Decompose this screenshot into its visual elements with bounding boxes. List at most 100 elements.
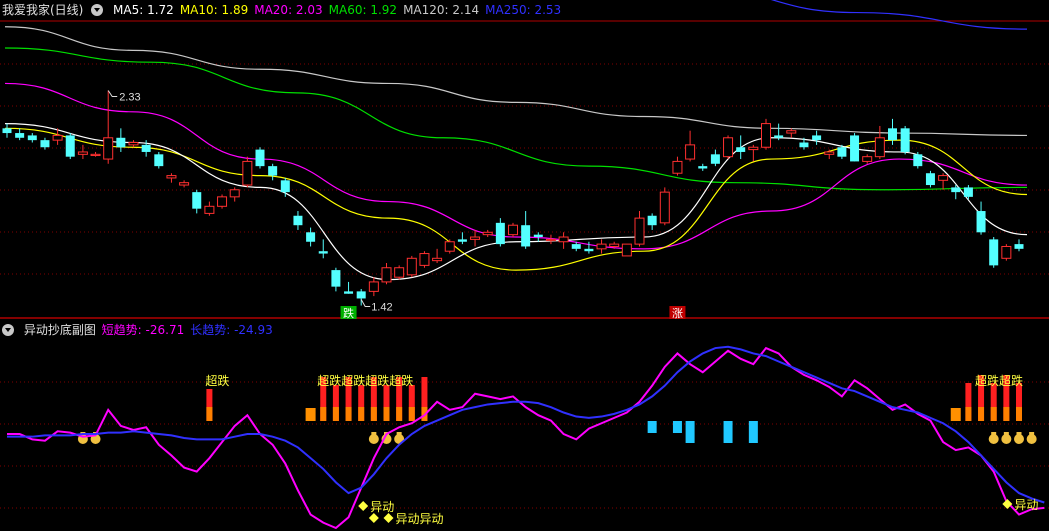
- ma-line-ma250: [770, 0, 1028, 30]
- candle-body-up: [90, 153, 101, 157]
- money-bag-icon: [371, 432, 377, 435]
- candle-body-up: [394, 267, 405, 278]
- candle-body-up: [862, 156, 873, 162]
- money-bag-icon: [1014, 434, 1024, 444]
- candle-body-down: [318, 251, 328, 254]
- candle-body-up: [242, 160, 253, 186]
- oversold-block: [950, 408, 961, 421]
- oversold-bar-base: [383, 407, 390, 421]
- candle-body-down: [268, 166, 278, 176]
- candle-body-up: [938, 175, 949, 181]
- oversold-bar-base: [1016, 407, 1022, 421]
- oversold-bar-base: [320, 407, 327, 421]
- anomaly-diamond-icon: [358, 501, 369, 511]
- candle-body-down: [799, 142, 809, 148]
- candle-body-down: [65, 135, 75, 157]
- candle-body-up: [419, 253, 430, 266]
- candle-body-down: [280, 180, 290, 193]
- candle-body-up: [204, 205, 215, 214]
- oversold-label: 超跌: [205, 373, 229, 388]
- high-marker-leader: [107, 90, 118, 98]
- money-bag-icon: [1029, 432, 1035, 435]
- anomaly-diamond-icon: [1002, 499, 1013, 509]
- candle-body-up: [381, 267, 392, 283]
- ma-line-ma5: [4, 123, 1028, 281]
- candle-body-down: [963, 187, 973, 197]
- candle-body-up: [609, 243, 620, 247]
- candle-body-up: [545, 238, 556, 242]
- candle-body-up: [786, 130, 797, 134]
- candle-body-down: [888, 128, 897, 141]
- candle-body-down: [40, 140, 50, 148]
- candle-body-up: [508, 224, 518, 236]
- candle-body-down: [698, 166, 708, 169]
- candle-body-up: [621, 243, 632, 257]
- oversold-bar-base: [370, 407, 377, 421]
- candle-body-down: [584, 248, 594, 252]
- candle-body-down: [925, 173, 935, 186]
- candle-body-down: [951, 187, 961, 193]
- candle-body-up: [723, 137, 734, 158]
- candle-body-down: [533, 234, 543, 238]
- candle-body-down: [913, 154, 923, 167]
- candle-body-down: [192, 192, 202, 209]
- candle-body-up: [432, 257, 443, 262]
- rebound-bar: [672, 421, 682, 433]
- grid-lines: [0, 20, 1049, 319]
- candle-body-down: [774, 135, 784, 138]
- oversold-bar-base: [396, 407, 403, 421]
- candle-body-down: [293, 215, 303, 226]
- oversold-bar-base: [358, 407, 365, 421]
- candle-body-down: [521, 225, 531, 247]
- candle-body-up: [166, 175, 177, 179]
- anomaly-label: 异动: [370, 500, 394, 514]
- candle-body-down: [647, 215, 657, 226]
- oversold-bar-base: [990, 407, 997, 421]
- candle-body-up: [52, 134, 63, 141]
- money-bag-icon: [1001, 434, 1012, 444]
- candle-body-down: [850, 135, 860, 162]
- high-marker-label: 2.33: [119, 92, 140, 104]
- rebound-bar: [748, 421, 758, 443]
- candlesticks: [2, 90, 1024, 306]
- rebound-bar: [685, 421, 695, 443]
- candle-body-down: [15, 133, 25, 138]
- candle-body-up: [482, 231, 493, 236]
- low-marker-label: 1.42: [371, 302, 392, 314]
- candle-body-up: [179, 182, 190, 186]
- candle-body-up: [596, 243, 607, 250]
- money-bag-icon: [1016, 432, 1022, 435]
- trend-line-short: [7, 346, 1045, 530]
- candle-body-up: [444, 241, 455, 252]
- candle-body-up: [103, 137, 114, 160]
- candle-body-up: [1001, 245, 1012, 259]
- candle-body-down: [1014, 244, 1024, 249]
- signal-labels: 超跌 超跌超跌超跌超跌 超跌超跌异动异动异动异动: [205, 373, 1038, 526]
- candle-body-up: [685, 144, 696, 160]
- oversold-bar-base: [345, 407, 352, 421]
- candle-body-up: [128, 142, 139, 146]
- candle-body-up: [672, 160, 683, 174]
- candle-body-up: [659, 191, 670, 224]
- candle-body-down: [571, 244, 581, 249]
- oversold-bar-base: [1003, 407, 1010, 421]
- candle-body-up: [748, 146, 759, 151]
- candle-body-up: [761, 123, 771, 148]
- down-tag-label: 跌: [343, 306, 354, 320]
- candle-body-down: [736, 147, 746, 152]
- oversold-bar-base: [408, 407, 415, 421]
- rebound-bar: [723, 421, 733, 443]
- oversold-label: 超跌超跌超跌超跌: [317, 373, 413, 388]
- candle-body-down: [989, 239, 999, 266]
- moving-average-lines: [4, 0, 1028, 281]
- candle-body-down: [495, 222, 505, 245]
- chart-canvas: 2.331.42跌涨 超跌 超跌超跌超跌超跌 超跌超跌异动异动异动异动: [0, 0, 1049, 530]
- candle-body-up: [634, 217, 645, 245]
- ma-line-ma120: [4, 26, 1028, 137]
- candle-body-down: [837, 147, 847, 157]
- candle-body-down: [344, 291, 354, 294]
- anomaly-diamond-icon: [368, 513, 379, 523]
- candle-body-down: [154, 154, 164, 167]
- candle-body-down: [356, 291, 366, 299]
- ma-line-ma10: [4, 127, 1028, 271]
